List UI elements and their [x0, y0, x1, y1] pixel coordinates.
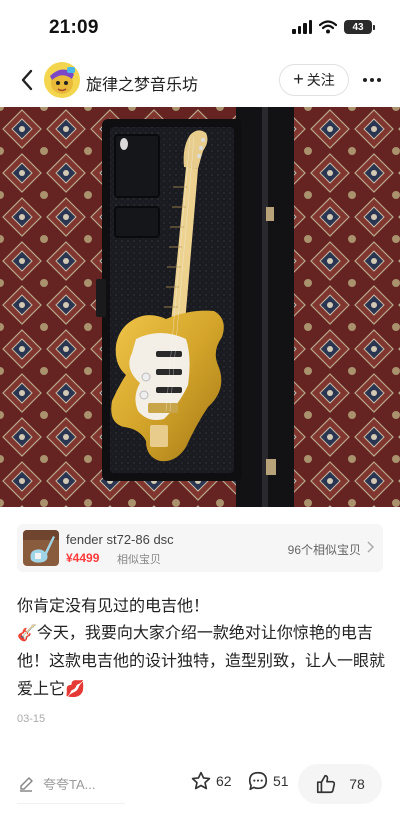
- back-button[interactable]: [14, 66, 40, 94]
- status-bar: 21:09 43: [0, 0, 400, 52]
- avatar-image: [44, 62, 80, 98]
- back-icon: [21, 69, 33, 91]
- chevron-right-icon: [367, 541, 374, 553]
- battery-icon: 43: [344, 20, 375, 34]
- comment-count: 51: [273, 773, 289, 789]
- star-icon: [191, 771, 211, 790]
- post-title: 你肯定没有见过的电吉他！: [17, 598, 210, 615]
- like-count: 78: [349, 776, 365, 792]
- product-price: ¥4499: [66, 551, 100, 565]
- post-body: 🎸今天，我要向大家介绍一款绝对让你惊艳的电吉他！这款电吉他的设计独特，造型别致，…: [17, 625, 386, 698]
- similar-count: 96个相似宝贝: [287, 543, 361, 557]
- nav-bar: 旋律之梦音乐坊 + 关注: [0, 56, 400, 104]
- wifi-icon: [319, 20, 337, 34]
- post-date: 03-15: [17, 713, 46, 725]
- comment-icon: [248, 771, 268, 791]
- bottom-action-bar: 夸夸TA... 62 51 78: [0, 760, 400, 808]
- guitar-photo: [0, 107, 400, 507]
- comment-button[interactable]: 51: [247, 770, 289, 792]
- comment-placeholder: 夸夸TA...: [43, 777, 96, 792]
- more-icon-dot: [377, 78, 381, 82]
- product-card[interactable]: fender st72-86 dsc ¥4499 相似宝贝 96个相似宝贝: [17, 524, 383, 572]
- thumbs-up-icon: [317, 774, 336, 794]
- more-icon-dot: [363, 78, 367, 82]
- product-name: fender st72-86 dsc: [66, 532, 174, 547]
- favorite-count: 62: [216, 773, 232, 789]
- author-name[interactable]: 旋律之梦音乐坊: [86, 71, 198, 95]
- follow-button[interactable]: + 关注: [279, 64, 349, 96]
- product-thumbnail: [23, 530, 59, 566]
- more-icon-dot: [370, 78, 374, 82]
- comment-input[interactable]: 夸夸TA...: [17, 764, 125, 804]
- pen-icon: [20, 776, 33, 792]
- favorite-button[interactable]: 62: [190, 770, 232, 792]
- post-image[interactable]: [0, 107, 400, 507]
- status-icons: 43: [292, 20, 375, 34]
- like-button[interactable]: 78: [298, 764, 382, 804]
- author-avatar[interactable]: [44, 62, 80, 98]
- follow-label: 关注: [306, 72, 335, 88]
- more-button[interactable]: [357, 68, 387, 92]
- follow-plus-icon: +: [293, 69, 304, 89]
- similar-tag: 相似宝贝: [117, 554, 161, 566]
- cellular-signal-icon: [292, 20, 312, 34]
- status-time: 21:09: [49, 17, 99, 38]
